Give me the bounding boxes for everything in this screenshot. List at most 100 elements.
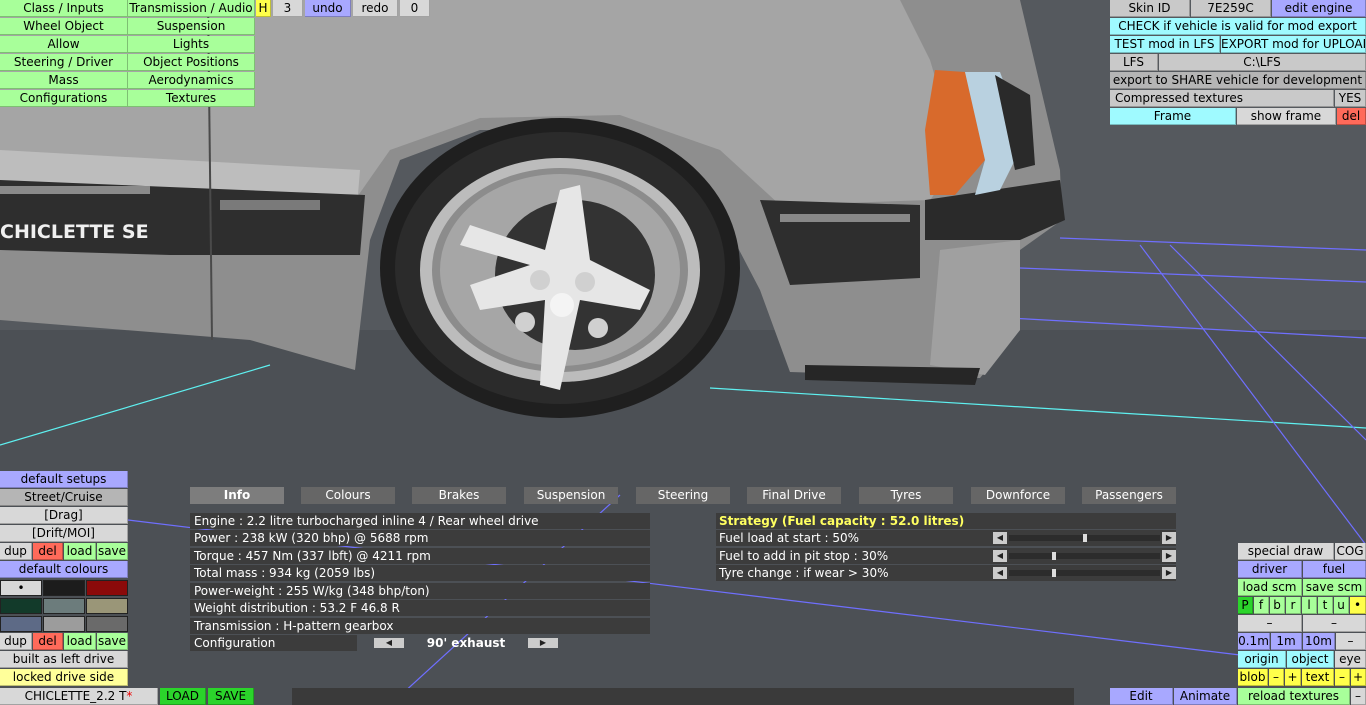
menu-configurations[interactable]: Configurations: [0, 90, 128, 107]
built-as-left-drive-button[interactable]: built as left drive: [0, 651, 128, 668]
blob-minus-button[interactable]: –: [1269, 669, 1284, 686]
animate-button[interactable]: Animate: [1174, 688, 1237, 705]
origin-button[interactable]: origin: [1238, 651, 1286, 668]
menu-wheel-object[interactable]: Wheel Object: [0, 18, 128, 35]
arrow-left-icon[interactable]: ◀: [993, 532, 1007, 544]
setup-save-button[interactable]: save: [97, 543, 128, 560]
load-scm-button[interactable]: load scm: [1238, 579, 1302, 596]
colour-swatch[interactable]: [43, 616, 85, 632]
minus-button-1[interactable]: –: [1238, 615, 1302, 632]
save-car-button[interactable]: SAVE: [208, 688, 254, 705]
colour-swatch[interactable]: [86, 598, 128, 614]
flag-u[interactable]: u: [1334, 597, 1349, 614]
tab-steering[interactable]: Steering: [636, 487, 730, 504]
blob-button[interactable]: blob: [1238, 669, 1268, 686]
step-10m-button[interactable]: 10m: [1303, 633, 1335, 650]
compressed-textures-toggle[interactable]: YES: [1335, 90, 1366, 107]
blob-plus-button[interactable]: +: [1285, 669, 1301, 686]
colour-dup-button[interactable]: dup: [0, 633, 32, 650]
default-colours-button[interactable]: default colours: [0, 561, 128, 578]
colour-swatch[interactable]: [0, 616, 42, 632]
frame-button[interactable]: Frame: [1110, 108, 1236, 125]
tab-passengers[interactable]: Passengers: [1082, 487, 1176, 504]
reload-textures-button[interactable]: reload textures: [1238, 688, 1350, 705]
colour-swatch[interactable]: •: [0, 580, 42, 596]
flag-f[interactable]: f: [1254, 597, 1269, 614]
tyre-change-slider[interactable]: ◀ ▶: [993, 567, 1176, 579]
menu-textures[interactable]: Textures: [128, 90, 255, 107]
zero-button[interactable]: 0: [400, 0, 430, 17]
undo-button[interactable]: undo: [305, 0, 351, 17]
menu-steering-driver[interactable]: Steering / Driver: [0, 54, 128, 71]
three-button[interactable]: 3: [273, 0, 303, 17]
arrow-right-icon[interactable]: ▶: [1162, 567, 1176, 579]
menu-aerodynamics[interactable]: Aerodynamics: [128, 72, 255, 89]
flag-r[interactable]: r: [1286, 597, 1301, 614]
lfs-path[interactable]: C:\LFS: [1159, 54, 1366, 71]
show-frame-button[interactable]: show frame: [1237, 108, 1336, 125]
edit-button[interactable]: Edit: [1110, 688, 1173, 705]
tab-downforce[interactable]: Downforce: [971, 487, 1065, 504]
special-draw-button[interactable]: special draw: [1238, 543, 1334, 560]
slider-knob[interactable]: [1052, 569, 1056, 577]
menu-mass[interactable]: Mass: [0, 72, 128, 89]
default-setups-button[interactable]: default setups: [0, 471, 128, 488]
cog-button[interactable]: COG: [1335, 543, 1366, 560]
slider-knob[interactable]: [1052, 552, 1056, 560]
menu-class-inputs[interactable]: Class / Inputs: [0, 0, 128, 17]
frame-del-button[interactable]: del: [1337, 108, 1366, 125]
arrow-left-icon[interactable]: ◀: [993, 550, 1007, 562]
driver-button[interactable]: driver: [1238, 561, 1302, 578]
step-1m-button[interactable]: 1m: [1271, 633, 1302, 650]
tab-tyres[interactable]: Tyres: [859, 487, 953, 504]
skin-id-value[interactable]: 7E259C: [1191, 0, 1271, 17]
edit-engine-button[interactable]: edit engine: [1272, 0, 1366, 17]
locked-drive-side-button[interactable]: locked drive side: [0, 669, 128, 686]
h-button[interactable]: H: [256, 0, 271, 17]
config-prev-button[interactable]: ◀: [374, 638, 404, 648]
colour-swatch[interactable]: [43, 598, 85, 614]
text-minus-button[interactable]: –: [1335, 669, 1350, 686]
setup-drag[interactable]: [Drag]: [0, 507, 128, 524]
minus-button-2[interactable]: –: [1303, 615, 1366, 632]
text-button[interactable]: text: [1302, 669, 1334, 686]
fuel-button[interactable]: fuel: [1303, 561, 1366, 578]
test-mod-button[interactable]: TEST mod in LFS: [1110, 36, 1220, 53]
config-next-button[interactable]: ▶: [528, 638, 558, 648]
colour-swatch[interactable]: [43, 580, 85, 596]
check-valid-button[interactable]: CHECK if vehicle is valid for mod export: [1110, 18, 1366, 35]
flag-l[interactable]: l: [1302, 597, 1317, 614]
tab-final-drive[interactable]: Final Drive: [747, 487, 841, 504]
flag-p[interactable]: P: [1238, 597, 1253, 614]
menu-lights[interactable]: Lights: [128, 36, 255, 53]
setup-street-cruise[interactable]: Street/Cruise: [0, 489, 128, 506]
tab-suspension[interactable]: Suspension: [524, 487, 618, 504]
colour-save-button[interactable]: save: [97, 633, 128, 650]
tab-info[interactable]: Info: [190, 487, 284, 504]
step-minus-button[interactable]: –: [1336, 633, 1366, 650]
save-scm-button[interactable]: save scm: [1303, 579, 1366, 596]
colour-swatch[interactable]: [0, 598, 42, 614]
load-car-button[interactable]: LOAD: [160, 688, 206, 705]
arrow-left-icon[interactable]: ◀: [993, 567, 1007, 579]
fuel-load-slider[interactable]: ◀ ▶: [993, 532, 1176, 544]
car-name-field[interactable]: CHICLETTE_2.2 T*: [0, 688, 158, 705]
end-minus-button[interactable]: –: [1351, 688, 1366, 705]
object-button[interactable]: object: [1287, 651, 1334, 668]
tab-brakes[interactable]: Brakes: [412, 487, 506, 504]
setup-drift-moi[interactable]: [Drift/MOI]: [0, 525, 128, 542]
flag-b[interactable]: b: [1270, 597, 1285, 614]
colour-swatch[interactable]: [86, 580, 128, 596]
arrow-right-icon[interactable]: ▶: [1162, 550, 1176, 562]
eye-button[interactable]: eye: [1335, 651, 1366, 668]
arrow-right-icon[interactable]: ▶: [1162, 532, 1176, 544]
flag-t[interactable]: t: [1318, 597, 1333, 614]
step-0-1m-button[interactable]: 0.1m: [1238, 633, 1270, 650]
fuel-pit-slider[interactable]: ◀ ▶: [993, 550, 1176, 562]
setup-del-button[interactable]: del: [33, 543, 63, 560]
menu-object-positions[interactable]: Object Positions: [128, 54, 255, 71]
text-plus-button[interactable]: +: [1351, 669, 1366, 686]
flag-dot[interactable]: •: [1350, 597, 1366, 614]
colour-del-button[interactable]: del: [33, 633, 63, 650]
setup-dup-button[interactable]: dup: [0, 543, 32, 560]
